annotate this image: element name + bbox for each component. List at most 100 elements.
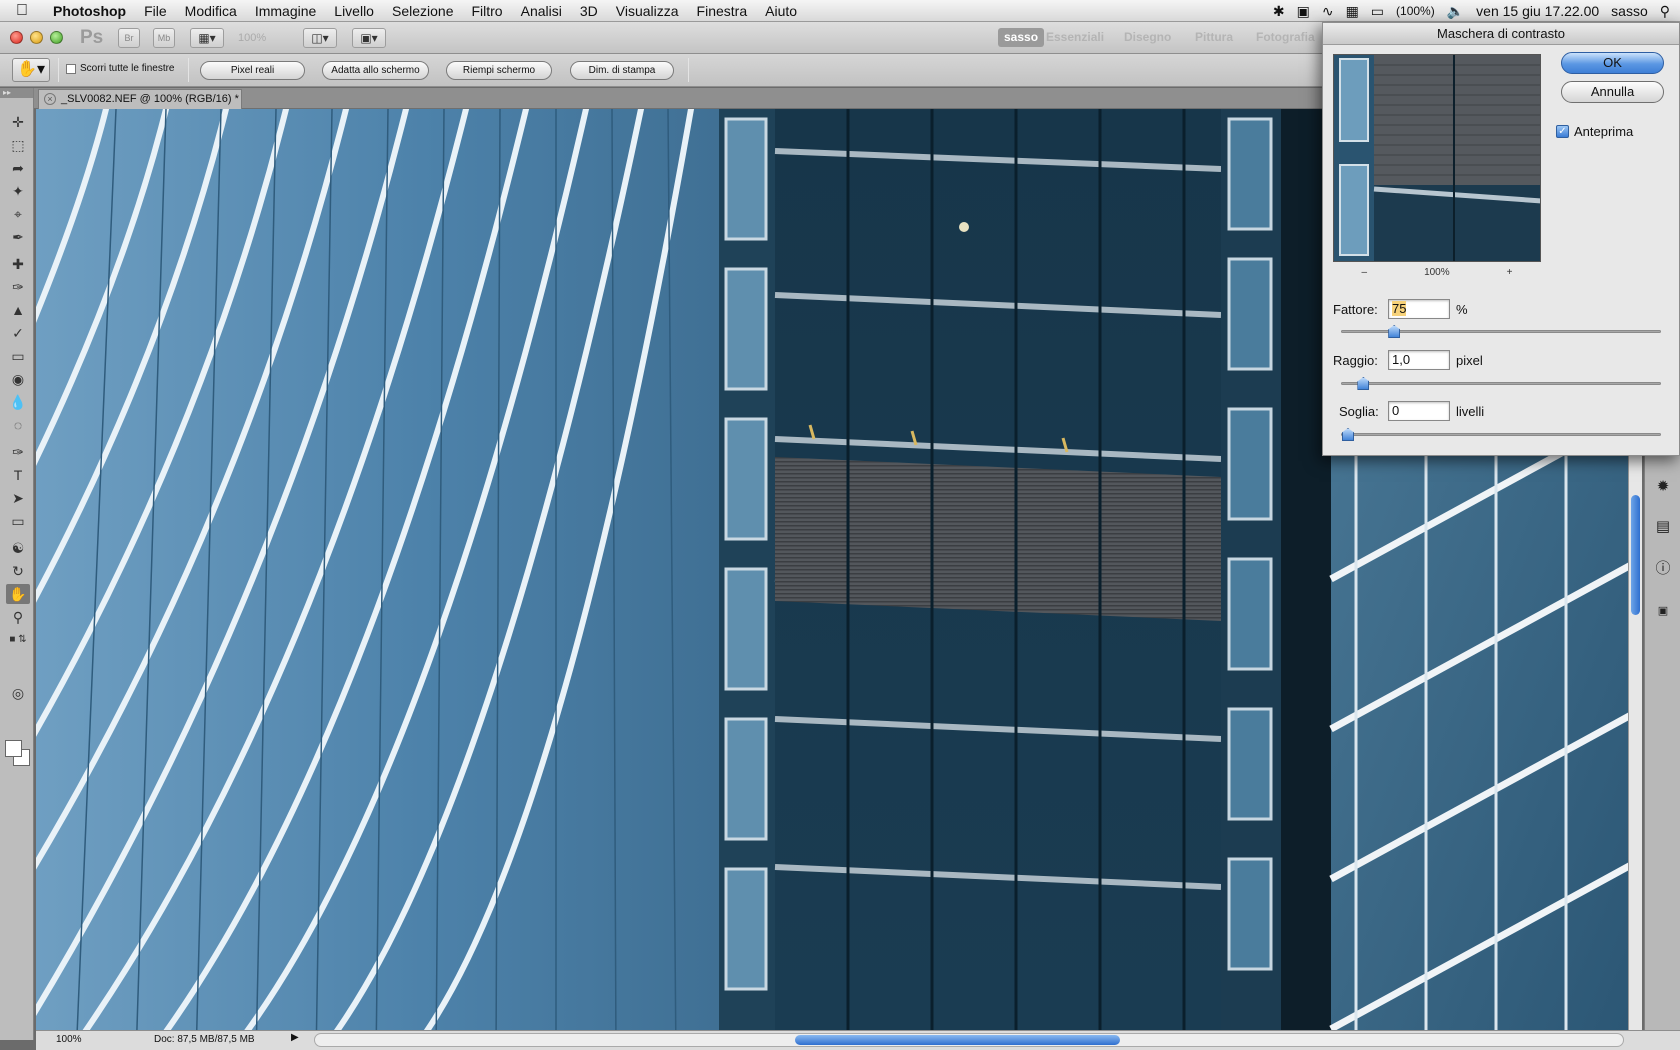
menu-app-name[interactable]: Photoshop [44, 3, 135, 19]
amount-slider[interactable] [1341, 325, 1661, 338]
horizontal-scroll-thumb[interactable] [795, 1035, 1120, 1045]
blur-tool-icon[interactable]: 💧 [6, 392, 30, 412]
amount-input[interactable]: 75 [1388, 299, 1450, 319]
volume-icon[interactable]: 🔈 [1447, 3, 1464, 20]
screen-mode-icon[interactable]: ▣▾ [352, 28, 386, 48]
mini-bridge-button[interactable]: Mb [153, 28, 175, 48]
threshold-input[interactable]: 0 [1388, 401, 1450, 421]
brush-tool-icon[interactable]: ✑ [6, 277, 30, 297]
print-size-button[interactable]: Dim. di stampa [570, 61, 674, 80]
radius-input[interactable]: 1,0 [1388, 350, 1450, 370]
battery-percent[interactable]: (100%) [1396, 4, 1435, 18]
clone-stamp-tool-icon[interactable]: ▲ [6, 300, 30, 320]
preview-zoom-in-button[interactable]: + [1507, 267, 1513, 278]
radius-slider-knob[interactable] [1357, 377, 1370, 390]
eraser-tool-icon[interactable]: ▭ [6, 346, 30, 366]
close-tab-icon[interactable]: × [44, 93, 56, 105]
menu-filtro[interactable]: Filtro [462, 3, 511, 19]
threshold-slider-knob[interactable] [1342, 428, 1354, 441]
menu-finestra[interactable]: Finestra [688, 3, 757, 19]
preview-option[interactable]: ✓ Anteprima [1556, 124, 1633, 139]
bridge-button[interactable]: Br [118, 28, 140, 48]
healing-brush-tool-icon[interactable]: ✚ [6, 254, 30, 274]
3d-rotate-tool-icon[interactable]: ☯ [6, 538, 30, 558]
window-close-button[interactable] [10, 31, 23, 44]
apple-menu-icon[interactable]:  [0, 2, 44, 20]
status-zoom[interactable]: 100% [56, 1034, 82, 1045]
spotlight-icon[interactable]: ⚲ [1660, 3, 1670, 20]
sync-icon[interactable]: ▦ [1346, 3, 1359, 20]
threshold-slider[interactable] [1341, 428, 1661, 441]
fill-screen-button[interactable]: Riempi schermo [446, 61, 552, 80]
tool-preset-picker[interactable]: ✋▾ [12, 58, 50, 82]
fit-screen-button[interactable]: Adatta allo schermo [322, 61, 429, 80]
move-tool-icon[interactable]: ✛ [6, 112, 30, 132]
window-zoom-button[interactable] [50, 31, 63, 44]
menu-3d[interactable]: 3D [571, 3, 607, 19]
quick-selection-tool-icon[interactable]: ✦ [6, 181, 30, 201]
amount-slider-knob[interactable] [1388, 325, 1401, 338]
history-brush-tool-icon[interactable]: ✓ [6, 323, 30, 343]
menu-aiuto[interactable]: Aiuto [756, 3, 806, 19]
arrange-documents-icon[interactable]: ◫▾ [303, 28, 337, 48]
type-tool-icon[interactable]: T [6, 465, 30, 485]
hand-tool-icon[interactable]: ✋ [6, 584, 30, 604]
workspace-fotografia[interactable]: Fotografia [1256, 30, 1315, 44]
scroll-all-label: Scorri tutte le finestre [80, 63, 175, 74]
tools-grip[interactable]: ▸▸ [0, 88, 33, 98]
dodge-tool-icon[interactable]: ◌ [6, 415, 30, 435]
quick-mask-icon[interactable]: ◎ [6, 683, 30, 703]
scroll-all-windows-option[interactable]: Scorri tutte le finestre [66, 63, 174, 74]
paint-bucket-tool-icon[interactable]: ◉ [6, 369, 30, 389]
menu-visualizza[interactable]: Visualizza [607, 3, 688, 19]
filter-preview[interactable] [1333, 54, 1541, 262]
path-selection-tool-icon[interactable]: ➤ [6, 488, 30, 508]
navigator-panel-icon[interactable]: ✹ [1653, 477, 1673, 497]
menu-file[interactable]: File [135, 3, 176, 19]
mini-bridge-panel-icon[interactable]: ▣ [1653, 601, 1673, 621]
pen-tool-icon[interactable]: ✑ [6, 442, 30, 462]
zoom-level-combo[interactable]: 100% [238, 28, 286, 48]
display-icon[interactable]: ▣ [1297, 3, 1310, 20]
preview-checkbox[interactable]: ✓ [1556, 125, 1569, 138]
wifi-icon[interactable]: ∿ [1322, 3, 1334, 20]
3d-orbit-tool-icon[interactable]: ↻ [6, 561, 30, 581]
menu-analisi[interactable]: Analisi [512, 3, 571, 19]
workspace-sasso[interactable]: sasso [998, 28, 1045, 47]
battery-icon[interactable]: ▭ [1371, 3, 1384, 20]
menu-selezione[interactable]: Selezione [383, 3, 463, 19]
shape-tool-icon[interactable]: ▭ [6, 511, 30, 531]
actual-pixels-button[interactable]: Pixel reali [200, 61, 305, 80]
preview-zoom-out-button[interactable]: – [1362, 267, 1368, 278]
menu-modifica[interactable]: Modifica [176, 3, 246, 19]
view-extras-icon[interactable]: ▦▾ [190, 28, 224, 48]
window-minimize-button[interactable] [30, 31, 43, 44]
vertical-scrollbar[interactable] [1628, 455, 1642, 1030]
workspace-disegno[interactable]: Disegno [1124, 30, 1171, 44]
ok-button[interactable]: OK [1561, 52, 1664, 74]
info-panel-icon[interactable]: ⓘ [1653, 559, 1673, 579]
scroll-all-checkbox[interactable] [66, 63, 76, 74]
workspace-essenziali[interactable]: Essenziali [1046, 30, 1104, 44]
user-name[interactable]: sasso [1611, 3, 1648, 19]
eyedropper-tool-icon[interactable]: ✒ [6, 227, 30, 247]
document-tab[interactable]: × _SLV0082.NEF @ 100% (RGB/16) * [38, 89, 242, 109]
clock[interactable]: ven 15 giu 17.22.00 [1476, 3, 1599, 19]
radius-slider[interactable] [1341, 377, 1661, 390]
marquee-tool-icon[interactable]: ⬚ [6, 135, 30, 155]
bluetooth-icon[interactable]: ✱ [1273, 3, 1285, 20]
menu-livello[interactable]: Livello [325, 3, 383, 19]
workspace-pittura[interactable]: Pittura [1195, 30, 1233, 44]
zoom-tool-icon[interactable]: ⚲ [6, 607, 30, 627]
vertical-scroll-thumb[interactable] [1631, 495, 1640, 615]
crop-tool-icon[interactable]: ⌖ [6, 204, 30, 224]
lasso-tool-icon[interactable]: ➦ [6, 158, 30, 178]
horizontal-scrollbar[interactable] [314, 1033, 1624, 1047]
menu-immagine[interactable]: Immagine [246, 3, 325, 19]
histogram-panel-icon[interactable]: ▤ [1653, 517, 1673, 537]
status-menu-arrow-icon[interactable]: ▶ [291, 1032, 299, 1043]
cancel-button[interactable]: Annulla [1561, 81, 1664, 103]
default-colors-icon[interactable]: ■ ⇅ [6, 630, 30, 650]
foreground-color-swatch[interactable] [5, 740, 22, 757]
radius-label: Raggio: [1333, 352, 1378, 368]
